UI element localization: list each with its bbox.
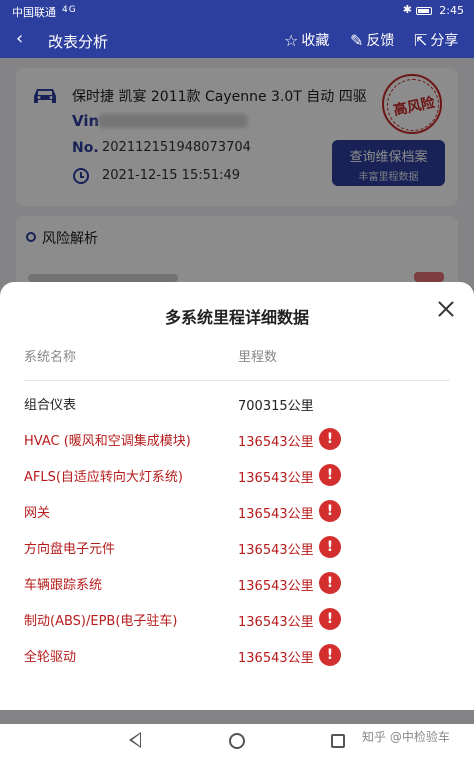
favorite-label: 收藏	[301, 33, 330, 49]
share-label: 分享	[430, 33, 459, 49]
warning-icon: !	[319, 500, 341, 522]
system-name: 组合仪表	[24, 398, 77, 413]
warning-icon: !	[319, 572, 341, 594]
table-row: HVAC (暖风和空调集成模块) 136543公里 !	[0, 422, 474, 458]
system-name: AFLS(自适应转向大灯系统)	[24, 470, 184, 485]
mileage-value: 136543公里	[238, 507, 314, 522]
warning-icon: !	[319, 464, 341, 486]
favorite-button[interactable]: ☆ 收藏	[284, 30, 329, 50]
system-name: 网关	[24, 506, 51, 521]
warning-icon: !	[319, 536, 341, 558]
table-row: 制动(ABS)/EPB(电子驻车) 136543公里 !	[0, 602, 474, 638]
nav-back-icon[interactable]	[129, 732, 141, 748]
carrier-label: 中国联通	[12, 6, 56, 19]
nav-home-icon[interactable]	[229, 733, 245, 749]
page-title: 改表分析	[48, 33, 109, 51]
mileage-value: 136543公里	[238, 579, 314, 594]
system-name: HVAC (暖风和空调集成模块)	[24, 434, 191, 449]
feedback-button[interactable]: ✎ 反馈	[350, 30, 394, 50]
mileage-value: 136543公里	[238, 471, 314, 486]
mileage-value: 136543公里	[238, 651, 314, 666]
column-header-system: 系统名称	[24, 350, 77, 365]
signal-indicator: 4G	[62, 5, 77, 15]
status-bar: 中国联通 4G ✱ 2:45	[0, 0, 474, 22]
star-icon: ☆	[284, 30, 299, 50]
system-name: 全轮驱动	[24, 650, 77, 665]
mileage-detail-sheet: 多系统里程详细数据 系统名称 里程数 组合仪表 700315公里 HVAC (暖…	[0, 282, 474, 710]
table-row: 网关 136543公里 !	[0, 494, 474, 530]
mileage-value: 136543公里	[238, 435, 314, 450]
close-icon[interactable]	[432, 296, 460, 324]
column-header-mileage: 里程数	[238, 350, 278, 365]
table-row: 全轮驱动 136543公里 !	[0, 638, 474, 674]
battery-icon	[415, 7, 432, 15]
warning-icon: !	[319, 428, 341, 450]
share-button[interactable]: ⇱ 分享	[414, 30, 458, 50]
back-icon[interactable]: ‹	[16, 28, 23, 49]
system-name: 方向盘电子元件	[24, 542, 116, 557]
table-row: 方向盘电子元件 136543公里 !	[0, 530, 474, 566]
bluetooth-icon: ✱	[402, 3, 412, 16]
nav-bar: ‹ 改表分析 ☆ 收藏 ✎ 反馈 ⇱ 分享	[0, 22, 474, 58]
sheet-title: 多系统里程详细数据	[164, 308, 309, 327]
watermark-text: 知乎 @中检验车	[362, 730, 450, 744]
clock-time: 2:45	[439, 4, 464, 17]
table-row: 组合仪表 700315公里	[0, 386, 474, 422]
mileage-value: 136543公里	[238, 543, 314, 558]
feedback-label: 反馈	[366, 33, 395, 49]
warning-icon: !	[319, 644, 341, 666]
system-name: 制动(ABS)/EPB(电子驻车)	[24, 614, 178, 629]
status-right: 2:45	[415, 4, 464, 17]
table-row: 车辆跟踪系统 136543公里 !	[0, 566, 474, 602]
mileage-value: 700315公里	[238, 399, 314, 414]
header-divider	[24, 380, 450, 381]
table-row: AFLS(自适应转向大灯系统) 136543公里 !	[0, 458, 474, 494]
pencil-icon: ✎	[350, 30, 364, 50]
share-icon: ⇱	[414, 30, 428, 50]
nav-recents-icon[interactable]	[331, 734, 345, 748]
mileage-value: 136543公里	[238, 615, 314, 630]
warning-icon: !	[319, 608, 341, 630]
system-name: 车辆跟踪系统	[24, 578, 103, 593]
